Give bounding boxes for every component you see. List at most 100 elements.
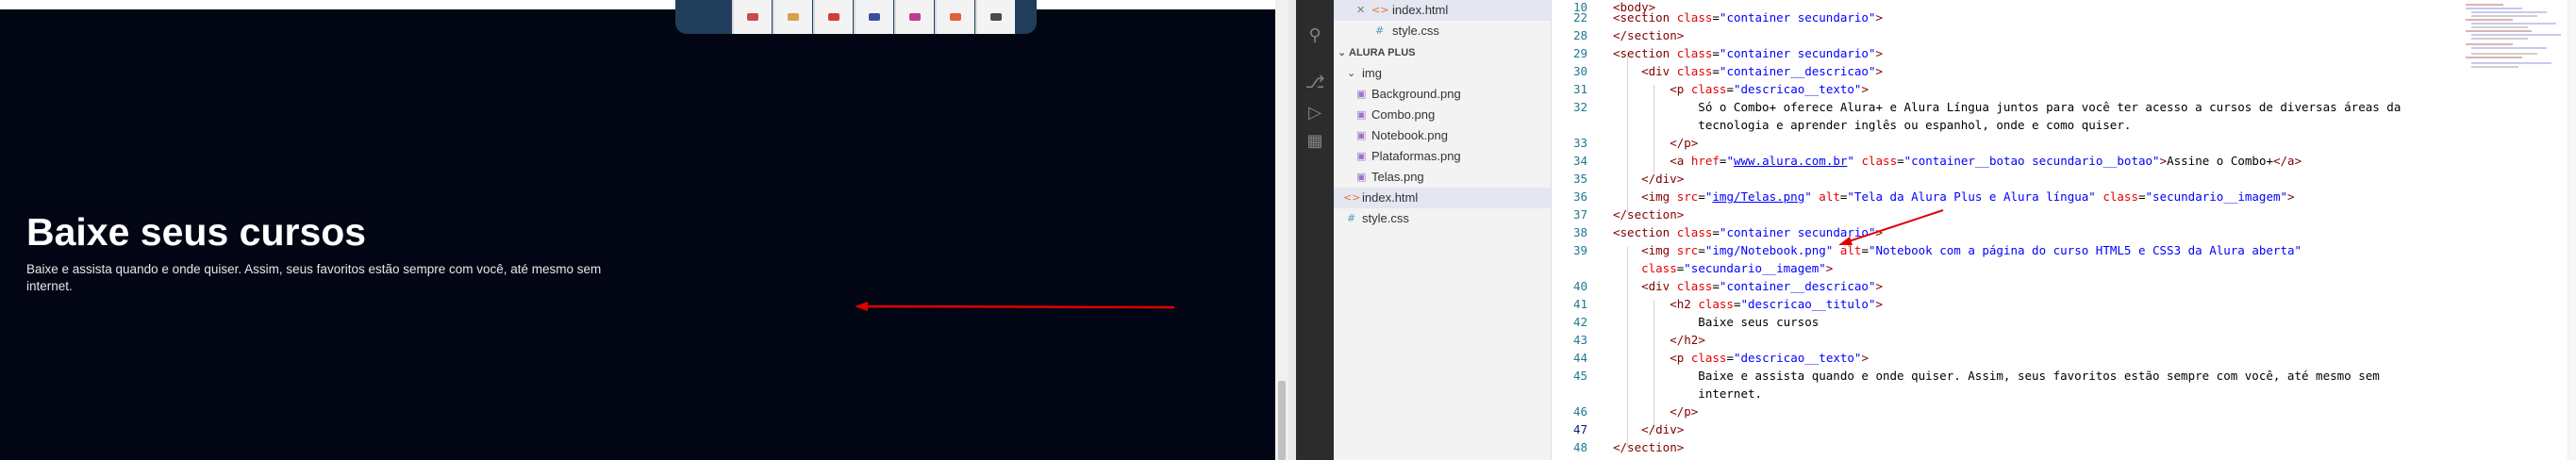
platform-thumb: [975, 0, 1015, 34]
code-line: <div class="container__descricao">: [1641, 279, 1884, 293]
code-line: Baixe e assista quando e onde quiser. As…: [1613, 369, 2380, 383]
tree-item-label: index.html: [1392, 3, 1449, 17]
tree-item-combo-png[interactable]: ▣ Combo.png: [1334, 105, 1551, 125]
line-number: 30: [1572, 64, 1587, 78]
line-number: 35: [1572, 172, 1587, 186]
line-number: 47: [1572, 422, 1587, 436]
line-number: 28: [1572, 28, 1587, 42]
css-file-icon: #: [1375, 25, 1385, 37]
tree-folder-img[interactable]: ⌄ img: [1334, 63, 1551, 84]
image-file-icon: ▣: [1356, 88, 1367, 100]
code-line: </p>: [1670, 136, 1699, 150]
extensions-icon[interactable]: ▦: [1304, 130, 1326, 153]
tree-item-index-html-open[interactable]: ✕ <> index.html: [1334, 0, 1551, 21]
explorer-sidebar: ✕ <> index.html # style.css ⌄ ALURA PLUS…: [1334, 0, 1552, 460]
platform-thumb: [773, 0, 812, 34]
line-number: 29: [1572, 46, 1587, 60]
code-line: <section class="container secundario">: [1613, 10, 1884, 25]
line-number: 39: [1572, 243, 1587, 257]
image-file-icon: ▣: [1356, 129, 1367, 141]
red-arrow-icon: [1838, 209, 1944, 245]
tree-item-notebook-png[interactable]: ▣ Notebook.png: [1334, 125, 1551, 146]
line-number: 42: [1572, 315, 1587, 329]
line-number: 34: [1572, 154, 1587, 168]
line-number: 36: [1572, 189, 1587, 204]
activity-bar: ⚲ ⎇ ▷ ▦: [1296, 0, 1334, 460]
search-icon[interactable]: ⚲: [1304, 25, 1326, 47]
code-line: </div>: [1641, 422, 1685, 436]
platforms-image: [675, 0, 1037, 34]
close-icon[interactable]: ✕: [1356, 0, 1365, 21]
platform-thumb: [732, 0, 772, 34]
code-line: </section>: [1613, 440, 1685, 454]
tree-item-telas-png[interactable]: ▣ Telas.png: [1334, 167, 1551, 188]
code-line: </section>: [1613, 207, 1685, 222]
code-line: <p class="descricao__texto">: [1670, 82, 1869, 96]
tree-item-label: Combo.png: [1371, 107, 1436, 122]
line-number: 40: [1572, 279, 1587, 293]
line-number: 32: [1572, 100, 1587, 114]
preview-scrollbar[interactable]: [1275, 0, 1288, 460]
image-file-icon: ▣: [1356, 150, 1367, 162]
preview-top-band: [0, 0, 1275, 9]
code-editor[interactable]: 10 22 28 29 30 31 32 33 34 35 36 37 38 3…: [1552, 0, 2576, 460]
line-number: 41: [1572, 297, 1587, 311]
tree-item-label: img: [1362, 66, 1382, 80]
tree-item-label: style.css: [1362, 211, 1409, 225]
line-number: 31: [1572, 82, 1587, 96]
source-control-icon[interactable]: ⎇: [1304, 72, 1326, 94]
code-line: tecnologia e aprender inglês ou espanhol…: [1613, 118, 2132, 132]
css-file-icon: #: [1347, 212, 1356, 224]
tree-item-style-css-open[interactable]: # style.css: [1334, 21, 1551, 41]
chevron-down-icon: ⌄: [1347, 67, 1356, 79]
chevron-down-icon: ⌄: [1338, 46, 1347, 58]
code-line: <p class="descricao__texto">: [1670, 351, 1869, 365]
page-paragraph: Baixe e assista quando e onde quiser. As…: [26, 262, 602, 293]
html-file-icon: <>: [1343, 191, 1361, 204]
html-file-icon: <>: [1371, 4, 1389, 16]
code-line: </h2>: [1670, 333, 1705, 347]
platform-thumb: [894, 0, 934, 34]
tree-item-plataformas-png[interactable]: ▣ Plataformas.png: [1334, 146, 1551, 167]
platform-thumb: [935, 0, 974, 34]
tree-item-label: Telas.png: [1371, 170, 1424, 184]
platform-thumb: [813, 0, 853, 34]
tree-item-style-css[interactable]: # style.css: [1334, 208, 1551, 229]
code-line: </p>: [1670, 404, 1699, 419]
line-number: 37: [1572, 207, 1587, 222]
code-line: Baixe seus cursos: [1613, 315, 1820, 329]
splitter[interactable]: [1288, 0, 1296, 460]
code-line: </div>: [1641, 172, 1685, 186]
run-debug-icon[interactable]: ▷: [1304, 102, 1326, 124]
line-number: 22: [1572, 10, 1587, 25]
code-line: Só o Combo+ oferece Alura+ e Alura Língu…: [1613, 100, 2401, 114]
code-line: <img src="img/Notebook.png" alt="Noteboo…: [1641, 243, 2302, 257]
line-number: 38: [1572, 225, 1587, 239]
tree-item-background-png[interactable]: ▣ Background.png: [1334, 84, 1551, 105]
code-line: <section class="container secundario">: [1613, 46, 1884, 60]
code-line: class="secundario__imagem">: [1641, 261, 1834, 275]
code-line: <h2 class="descricao__titulo">: [1670, 297, 1884, 311]
editor-scrollbar[interactable]: [2568, 0, 2576, 460]
browser-preview: Baixe seus cursos Baixe e assista quando…: [0, 0, 1275, 460]
scrollbar-thumb[interactable]: [1278, 381, 1286, 460]
minimap[interactable]: [2462, 0, 2568, 460]
line-number: 43: [1572, 333, 1587, 347]
line-number: 46: [1572, 404, 1587, 419]
code-line: <div class="container__descricao">: [1641, 64, 1884, 78]
code-line: </section>: [1613, 28, 1685, 42]
red-arrow-icon: [855, 302, 1175, 311]
line-number: 33: [1572, 136, 1587, 150]
line-number: 44: [1572, 351, 1587, 365]
image-file-icon: ▣: [1356, 108, 1367, 121]
line-number: 45: [1572, 369, 1587, 383]
tree-item-label: index.html: [1362, 190, 1419, 205]
tree-item-index-html[interactable]: <> index.html: [1334, 188, 1551, 208]
tree-item-label: Background.png: [1371, 87, 1461, 101]
tree-item-label: Notebook.png: [1371, 128, 1448, 142]
image-file-icon: ▣: [1356, 171, 1367, 183]
tree-section-label: ALURA PLUS: [1349, 47, 1416, 58]
tree-section-alura-plus[interactable]: ⌄ ALURA PLUS: [1334, 42, 1551, 63]
tree-item-label: Plataformas.png: [1371, 149, 1461, 163]
line-number: 48: [1572, 440, 1587, 454]
